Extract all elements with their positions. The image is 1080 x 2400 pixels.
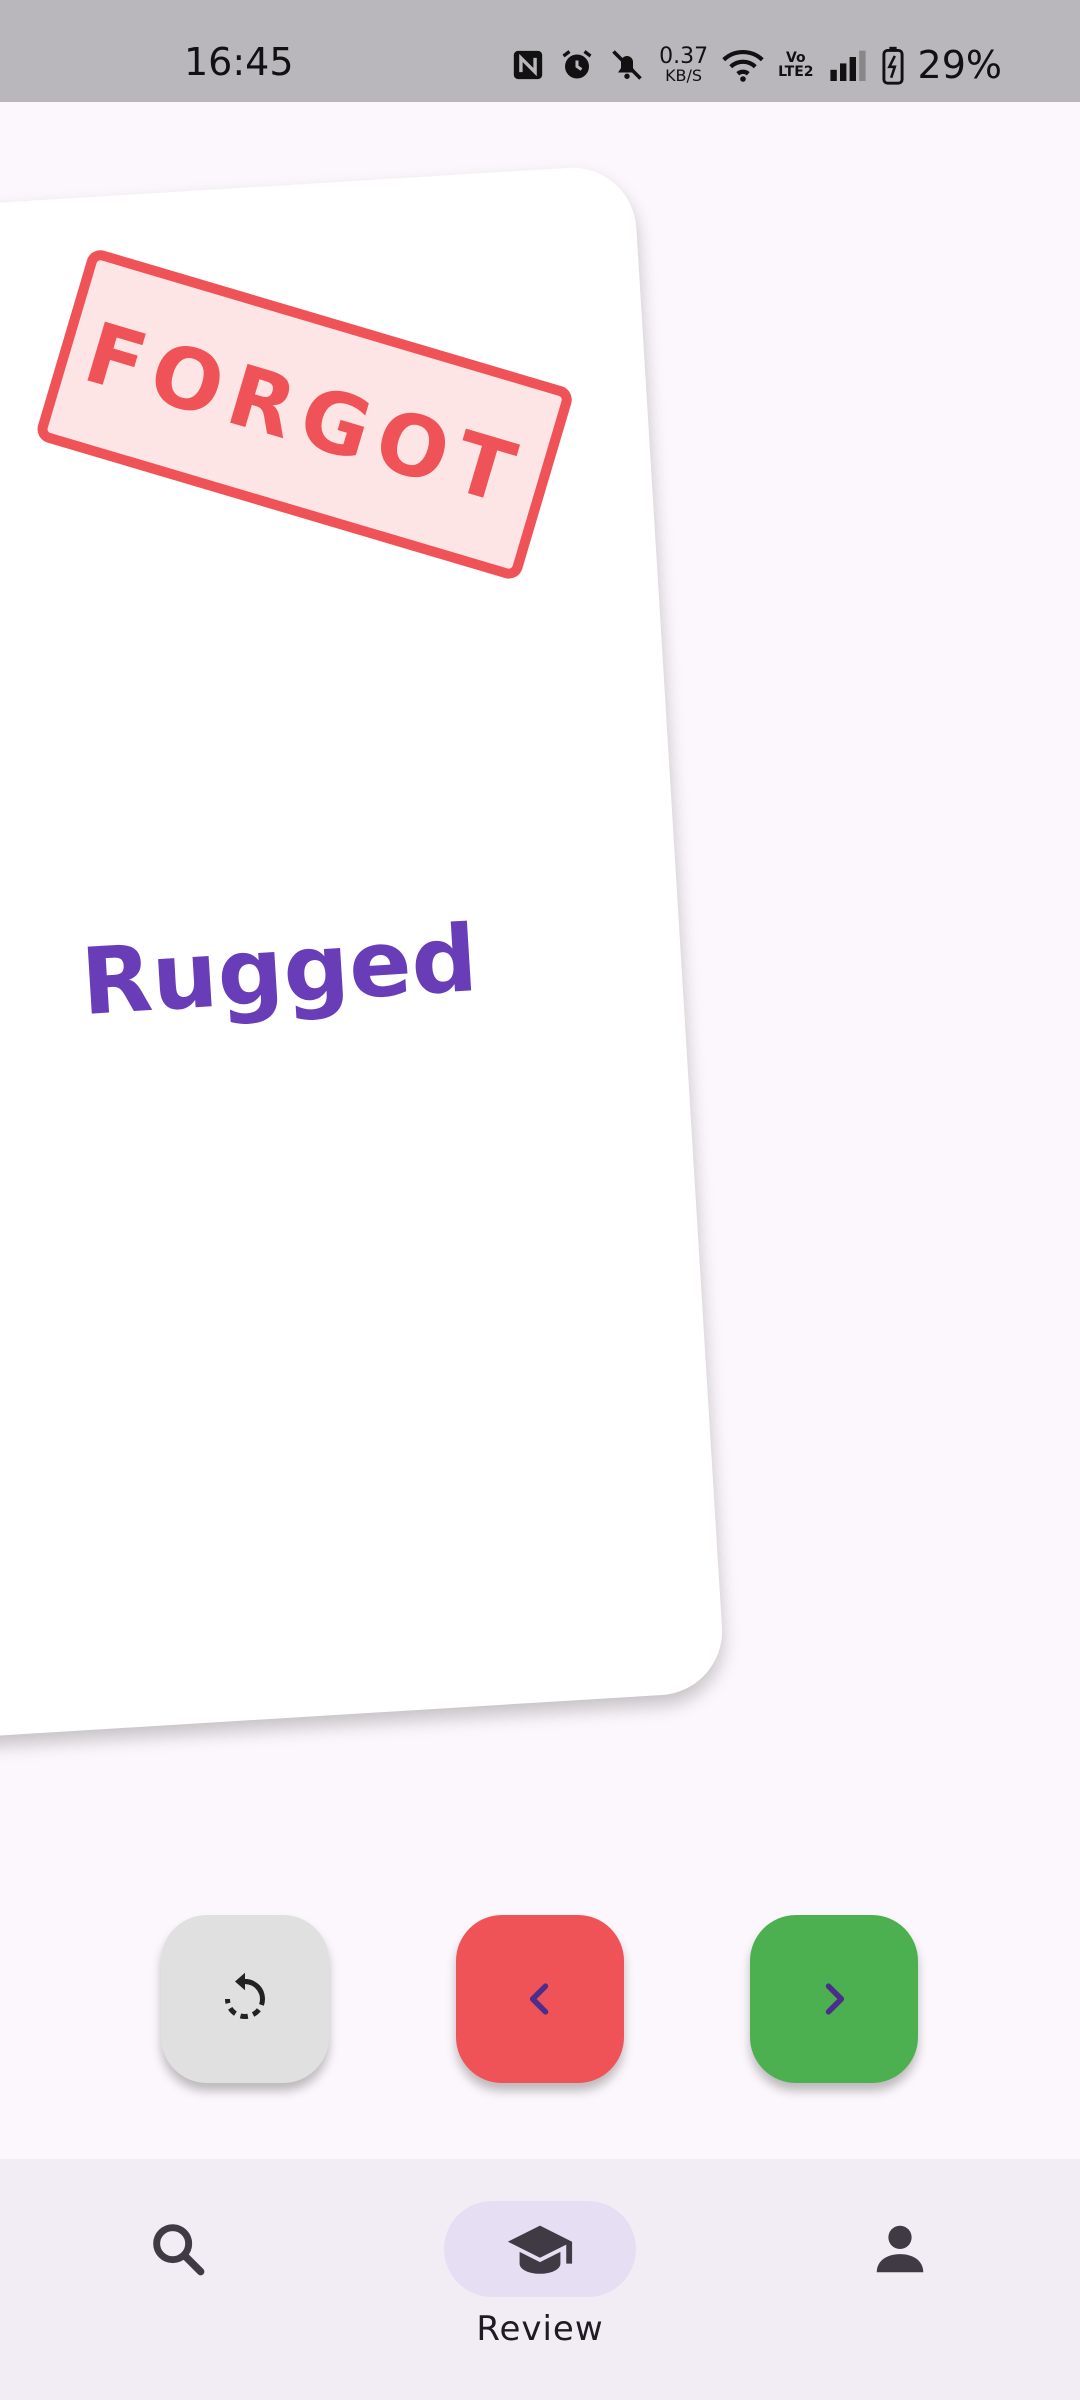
- network-speed-unit: KB/S: [665, 66, 703, 85]
- battery-charging-icon: [881, 44, 904, 86]
- person-icon: [876, 2225, 924, 2273]
- volte-icon: Vo LTE2: [778, 51, 813, 79]
- nfc-icon: [511, 44, 545, 86]
- nav-pill-profile: [804, 2201, 996, 2297]
- network-speed: 0.37 KB/S: [659, 46, 708, 84]
- nav-pill-search: [82, 2201, 274, 2297]
- volte-top: Vo: [785, 50, 806, 66]
- nav-item-profile[interactable]: [750, 2159, 1050, 2400]
- battery-percent: 29%: [917, 43, 1002, 87]
- chevron-right-icon: [825, 1983, 845, 2015]
- bottom-navigation: Review: [0, 2159, 1080, 2400]
- status-bar: 16:45 0.37 KB/S Vo LTE2 29%: [0, 0, 1080, 102]
- reset-icon: [225, 1972, 265, 2019]
- graduation-cap-icon: [507, 2225, 573, 2274]
- nav-item-review[interactable]: Review: [390, 2159, 690, 2400]
- chevron-left-icon: [529, 1983, 549, 2015]
- nav-item-search[interactable]: [28, 2159, 328, 2400]
- network-speed-value: 0.37: [659, 44, 709, 69]
- status-icons: 0.37 KB/S Vo LTE2 29%: [511, 40, 1002, 90]
- volte-bottom: LTE2: [778, 64, 814, 80]
- app-screen: 16:45 0.37 KB/S Vo LTE2 29% FORGOT Rugge…: [0, 0, 1080, 2400]
- forgot-button[interactable]: [456, 1915, 624, 2083]
- reset-button[interactable]: [161, 1915, 329, 2083]
- flash-card[interactable]: FORGOT Rugged: [0, 163, 726, 1747]
- status-time: 16:45: [184, 40, 294, 84]
- nav-pill-review: [444, 2201, 636, 2297]
- search-icon: [153, 2224, 205, 2276]
- nav-label-review: Review: [476, 2309, 604, 2349]
- signal-icon: [828, 44, 868, 86]
- alarm-icon: [559, 44, 595, 86]
- bell-off-icon: [609, 44, 645, 86]
- wifi-icon: [722, 44, 764, 86]
- remember-button[interactable]: [750, 1915, 918, 2083]
